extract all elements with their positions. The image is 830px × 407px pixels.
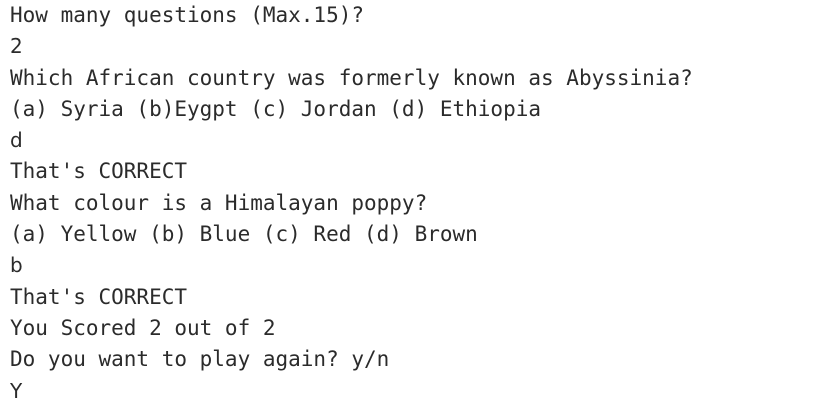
question-2-text: What colour is a Himalayan poppy?: [10, 190, 428, 215]
question-1-options: (a) Syria (b)Eygpt (c) Jordan (d) Ethiop…: [10, 96, 542, 121]
user-answer-2: b: [10, 253, 23, 278]
play-again-prompt: Do you want to play again? y/n: [10, 347, 390, 372]
result-1: That's CORRECT: [10, 159, 188, 184]
user-answer-1: d: [10, 128, 23, 153]
user-input-play-again: Y: [10, 378, 23, 403]
result-2: That's CORRECT: [10, 284, 188, 309]
user-input-question-count: 2: [10, 34, 23, 59]
prompt-question-count: How many questions (Max.15)?: [10, 3, 365, 27]
question-1-text: Which African country was formerly known…: [10, 65, 693, 90]
score-summary: You Scored 2 out of 2: [10, 315, 276, 340]
question-2-options: (a) Yellow (b) Blue (c) Red (d) Brown: [10, 222, 478, 247]
console-output: How many questions (Max.15)? 2 Which Afr…: [0, 0, 830, 407]
